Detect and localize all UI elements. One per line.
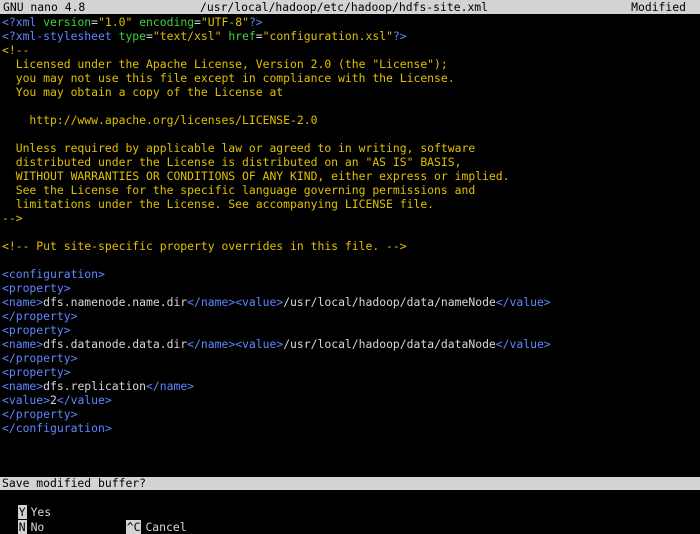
editor-line[interactable]: WITHOUT WARRANTIES OR CONDITIONS OF ANY …	[2, 169, 698, 183]
option-no[interactable]: N No	[4, 506, 44, 534]
option-cancel[interactable]: ^C Cancel	[112, 506, 187, 534]
file-path: /usr/local/hadoop/etc/hadoop/hdfs-site.x…	[200, 0, 489, 14]
editor-line[interactable]: Unless required by applicable law or agr…	[2, 141, 698, 155]
option-cancel-label: Cancel	[145, 520, 187, 534]
option-no-label: No	[30, 520, 45, 534]
editor-line[interactable]: </configuration>	[2, 421, 698, 435]
option-no-key: N	[17, 520, 27, 534]
editor-area[interactable]: <?xml version="1.0" encoding="UTF-8"?> <?…	[2, 15, 698, 475]
editor-line[interactable]: <name>dfs.datanode.data.dir</name><value…	[2, 337, 698, 351]
prompt-text: Save modified buffer?	[2, 476, 147, 490]
editor-line[interactable]: <!--	[2, 43, 698, 57]
option-cancel-key: ^C	[125, 520, 142, 534]
editor-line[interactable]: </property>	[2, 309, 698, 323]
editor-line[interactable]: limitations under the License. See accom…	[2, 197, 698, 211]
editor-line[interactable]: http://www.apache.org/licenses/LICENSE-2…	[2, 113, 698, 127]
modified-status: Modified	[631, 0, 686, 14]
editor-line[interactable]: </property>	[2, 407, 698, 421]
editor-line[interactable]: <configuration>	[2, 267, 698, 281]
editor-line[interactable]: <value>2</value>	[2, 393, 698, 407]
editor-line[interactable]: </property>	[2, 351, 698, 365]
app-name: GNU nano 4.8	[3, 0, 86, 14]
editor-line[interactable]: distributed under the License is distrib…	[2, 155, 698, 169]
prompt-bar: Save modified buffer?	[0, 477, 700, 490]
editor-line[interactable]: -->	[2, 211, 698, 225]
editor-line[interactable]: You may obtain a copy of the License at	[2, 85, 698, 99]
editor-line[interactable]: <?xml version="1.0" encoding="UTF-8"?>	[2, 15, 698, 29]
editor-line[interactable]: <property>	[2, 323, 698, 337]
editor-line[interactable]	[2, 127, 698, 141]
editor-line[interactable]: <name>dfs.namenode.name.dir</name><value…	[2, 295, 698, 309]
editor-line[interactable]: you may not use this file except in comp…	[2, 71, 698, 85]
editor-line[interactable]	[2, 253, 698, 267]
editor-line[interactable]: See the License for the specific languag…	[2, 183, 698, 197]
editor-line[interactable]	[2, 99, 698, 113]
editor-line[interactable]: <!-- Put site-specific property override…	[2, 239, 698, 253]
title-bar: GNU nano 4.8 /usr/local/hadoop/etc/hadoo…	[0, 0, 700, 14]
editor-line[interactable]	[2, 225, 698, 239]
editor-line[interactable]: <name>dfs.replication</name>	[2, 379, 698, 393]
editor-line[interactable]: Licensed under the Apache License, Versi…	[2, 57, 698, 71]
editor-line[interactable]: <?xml-stylesheet type="text/xsl" href="c…	[2, 29, 698, 43]
editor-line[interactable]: <property>	[2, 281, 698, 295]
editor-line[interactable]: <property>	[2, 365, 698, 379]
